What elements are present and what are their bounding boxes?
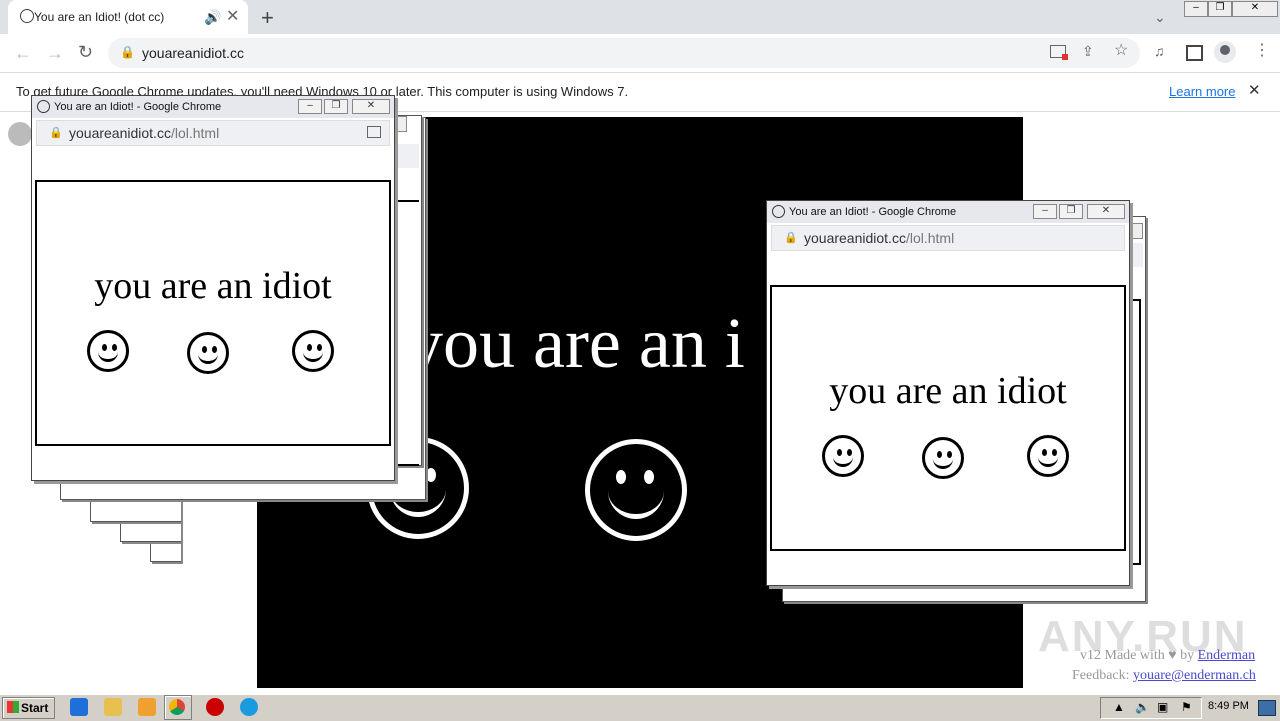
taskbar-clock[interactable]: 8:49 PM [1208,700,1249,712]
popup-content: you are an idiot [770,285,1126,551]
opera-icon[interactable] [206,698,224,716]
smiley-icon [822,435,864,477]
popup-url-domain: youareanidiot.cc [69,125,171,141]
popup-restore-button[interactable]: ❐ [1059,204,1083,219]
infobar-close-icon[interactable]: ✕ [1248,83,1261,98]
speaker-orb-icon [8,122,32,146]
popup-url[interactable]: youareanidiot.cc/lol.html [804,230,954,246]
author-link[interactable]: Enderman [1198,648,1256,663]
popup-close-button[interactable]: ✕ [1087,204,1125,219]
tab-search-chevron-icon[interactable]: ⌄ [1154,10,1166,24]
smiley-icon [187,332,229,374]
smiley-icon [1027,435,1069,477]
reload-icon[interactable]: ↻ [78,43,93,61]
taskbar [0,694,1280,721]
smiley-icon [922,437,964,479]
tab-title: You are an Idiot! (dot cc) [34,10,165,24]
popup-idiot-text: you are an idiot [829,370,1067,412]
popup-title: You are an Idiot! - Google Chrome [54,101,222,113]
profile-avatar[interactable] [1214,41,1236,63]
address-bar[interactable] [108,38,1140,68]
popup-minimize-button[interactable]: – [298,99,322,114]
new-tab-button[interactable]: + [261,5,274,31]
popup-url-path: /lol.html [170,125,220,141]
media-player-icon[interactable] [138,698,156,716]
tray-arrow-icon[interactable]: ▲ [1113,700,1125,714]
smiley-icon [292,330,334,372]
minimize-button[interactable]: – [1184,1,1208,17]
smiley-icon: . [772,205,785,218]
popup-titlebar[interactable]: . You are an Idiot! - Google Chrome – ❐ … [767,201,1129,223]
popup-blocked-icon[interactable] [1050,45,1068,60]
popup-url-domain: youareanidiot.cc [804,230,906,246]
big-smiley-icon [585,439,687,541]
close-window-button[interactable]: ✕ [1232,1,1278,17]
speaker-icon[interactable]: 🔊 [204,10,221,24]
footer-credit: v12 Made with ♥ by Enderman [1080,648,1255,664]
tab-close-icon[interactable]: ✕ [226,9,239,25]
url-text[interactable]: youareanidiot.cc [142,45,244,61]
popup-content: you are an idiot [35,180,391,446]
system-tray: ▲ 🔈 ▣ ⚑ [1100,697,1202,719]
start-label: Start [21,701,49,715]
lock-icon: 🔒 [49,127,63,139]
action-center-flag-icon[interactable]: ⚑ [1181,700,1192,714]
popup-url[interactable]: youareanidiot.cc/lol.html [69,125,219,141]
network-icon[interactable]: ▣ [1157,700,1168,714]
popup-blocked-icon[interactable] [367,126,381,138]
menu-kebab-icon[interactable]: ⋮ [1254,43,1270,59]
popup-idiot-text: you are an idiot [94,265,332,307]
volume-icon[interactable]: 🔈 [1135,700,1150,714]
windows-logo-icon [7,701,19,713]
bookmark-star-icon[interactable]: ☆ [1114,43,1128,59]
lock-icon: 🔒 [784,232,798,244]
popup-window[interactable]: . You are an Idiot! - Google Chrome – ❐ … [766,200,1130,586]
media-control-icon[interactable]: ♫ [1154,44,1165,58]
smiley-icon: . [37,100,50,113]
footer-made-text: v12 Made with ♥ by [1080,648,1198,663]
side-panel-icon[interactable] [1186,45,1203,61]
show-desktop-icon[interactable] [1258,700,1276,716]
feedback-email-link[interactable]: youare@enderman.ch [1133,668,1256,683]
popup-minimize-button[interactable]: – [1033,204,1057,219]
popup-title: You are an Idiot! - Google Chrome [789,206,957,218]
lock-icon[interactable]: 🔒 [120,46,135,58]
popup-url-path: /lol.html [905,230,955,246]
popup-close-button[interactable]: ✕ [352,99,390,114]
popup-address-bar[interactable]: 🔒 youareanidiot.cc/lol.html [771,225,1125,251]
back-icon[interactable]: ← [14,44,32,62]
start-button[interactable]: Start [2,697,55,719]
restore-button[interactable]: ❐ [1208,1,1232,17]
ie-icon[interactable] [70,698,88,716]
share-icon[interactable]: ⇪ [1082,44,1094,58]
popup-restore-button[interactable]: ❐ [324,99,348,114]
edge-icon[interactable] [240,698,258,716]
footer-feedback: Feedback: youare@enderman.ch [1072,668,1256,684]
popup-address-bar[interactable]: 🔒 youareanidiot.cc/lol.html [36,120,390,146]
learn-more-link[interactable]: Learn more [1169,84,1235,99]
popup-window[interactable]: . You are an Idiot! - Google Chrome – ❐ … [31,95,395,481]
folder-icon[interactable] [104,698,122,716]
big-idiot-text: you are an i [407,303,745,383]
forward-icon[interactable]: → [46,44,64,62]
smiley-icon [87,330,129,372]
chrome-taskbar-button[interactable] [164,695,192,720]
feedback-label: Feedback: [1072,668,1134,683]
popup-titlebar[interactable]: . You are an Idiot! - Google Chrome – ❐ … [32,96,394,118]
smiley-favicon-icon [20,9,34,23]
